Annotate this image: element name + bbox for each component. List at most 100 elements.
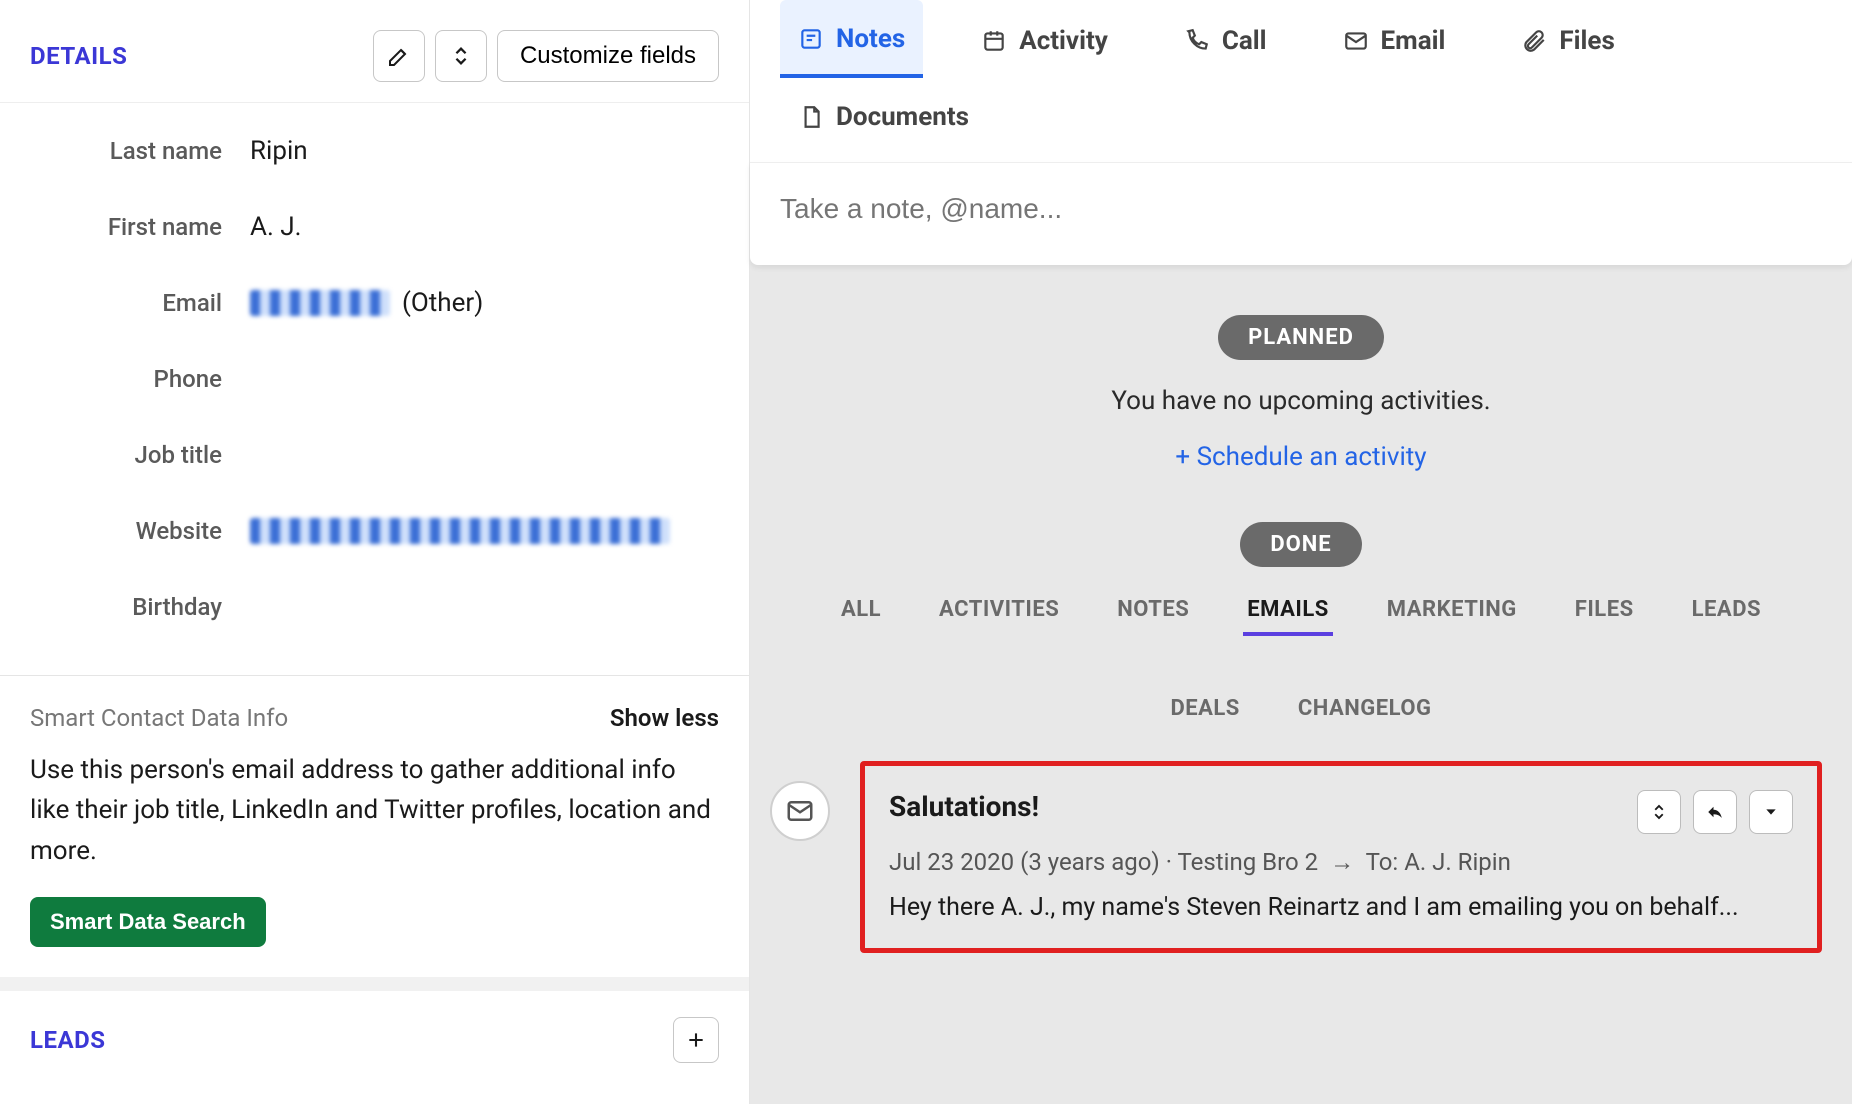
left-panel: DETAILS Customize fields Last name Ripin… xyxy=(0,0,750,1104)
done-section: DONE xyxy=(750,502,1852,577)
details-header: DETAILS Customize fields xyxy=(0,0,749,102)
field-phone: Phone xyxy=(30,341,719,417)
redacted-email-icon xyxy=(250,290,390,316)
field-value[interactable]: Ripin xyxy=(250,136,308,166)
field-label: Email xyxy=(30,289,250,317)
phone-icon xyxy=(1184,28,1210,54)
tab-label: Files xyxy=(1559,26,1614,56)
tab-label: Documents xyxy=(836,102,969,132)
mail-icon xyxy=(785,796,815,826)
planned-section: PLANNED You have no upcoming activities.… xyxy=(750,265,1852,502)
email-recipient: A. J. Ripin xyxy=(1404,848,1511,876)
show-less-toggle[interactable]: Show less xyxy=(610,704,719,732)
field-value[interactable]: A. J. xyxy=(250,212,301,242)
tab-label: Activity xyxy=(1019,26,1108,56)
filter-emails[interactable]: EMAILS xyxy=(1243,587,1333,636)
note-icon xyxy=(798,26,824,52)
field-label: First name xyxy=(30,213,250,241)
email-to-prefix: To: xyxy=(1366,848,1399,876)
customize-fields-button[interactable]: Customize fields xyxy=(497,30,719,82)
leads-block: LEADS xyxy=(0,977,749,1093)
calendar-icon xyxy=(981,28,1007,54)
leads-title: LEADS xyxy=(30,1026,105,1054)
field-label: Phone xyxy=(30,365,250,393)
document-icon xyxy=(798,104,824,130)
tab-activity[interactable]: Activity xyxy=(963,0,1126,78)
expand-button[interactable] xyxy=(1637,790,1681,834)
smart-contact-title: Smart Contact Data Info xyxy=(30,704,288,732)
field-website: Website xyxy=(30,493,719,569)
field-email: Email (Other) xyxy=(30,265,719,341)
tab-label: Notes xyxy=(836,24,905,54)
planned-pill: PLANNED xyxy=(1218,315,1384,360)
tab-documents[interactable]: Documents xyxy=(780,78,987,152)
tabs-row-2: Documents xyxy=(780,78,1822,162)
planned-empty-text: You have no upcoming activities. xyxy=(1111,386,1490,416)
mail-icon xyxy=(1343,28,1369,54)
email-type-badge xyxy=(770,781,830,841)
note-input-container xyxy=(750,162,1852,265)
tab-call[interactable]: Call xyxy=(1166,0,1285,78)
email-meta: Jul 23 2020 (3 years ago) · Testing Bro … xyxy=(889,848,1793,877)
filter-deals[interactable]: DEALS xyxy=(1166,686,1243,731)
schedule-activity-link[interactable]: + Schedule an activity xyxy=(1175,442,1426,472)
plus-icon xyxy=(686,1030,706,1050)
email-sender: Testing Bro 2 xyxy=(1178,848,1319,876)
redacted-website-icon xyxy=(250,518,670,544)
filter-files[interactable]: FILES xyxy=(1571,587,1638,636)
chevron-down-icon xyxy=(1763,804,1779,820)
email-date: Jul 23 2020 (3 years ago) xyxy=(889,848,1160,876)
filter-leads[interactable]: LEADS xyxy=(1688,587,1765,636)
filter-activities[interactable]: ACTIVITIES xyxy=(935,587,1063,636)
smart-contact-block: Smart Contact Data Info Show less Use th… xyxy=(0,675,749,977)
details-title: DETAILS xyxy=(30,42,127,70)
filter-changelog[interactable]: CHANGELOG xyxy=(1294,686,1436,731)
smart-data-search-button[interactable]: Smart Data Search xyxy=(30,897,266,947)
activity-tabs: Notes Activity Call Email Files Doc xyxy=(750,0,1852,162)
email-card-header: Salutations! xyxy=(889,790,1793,834)
filter-marketing[interactable]: MARKETING xyxy=(1383,587,1521,636)
email-card[interactable]: Salutations! Jul 23 2020 (3 years ago) · xyxy=(860,761,1822,953)
field-value[interactable] xyxy=(250,518,670,544)
email-type: (Other) xyxy=(402,288,483,318)
smart-contact-description: Use this person's email address to gathe… xyxy=(30,750,719,871)
field-job-title: Job title xyxy=(30,417,719,493)
edit-button[interactable] xyxy=(373,30,425,82)
pencil-icon xyxy=(387,44,411,68)
field-first-name: First name A. J. xyxy=(30,189,719,265)
field-value[interactable]: (Other) xyxy=(250,288,483,318)
email-card-actions xyxy=(1637,790,1793,834)
details-fields: Last name Ripin First name A. J. Email (… xyxy=(0,102,749,675)
right-panel: Notes Activity Call Email Files Doc xyxy=(750,0,1852,1104)
chevrons-vertical-icon xyxy=(1650,803,1668,821)
history-filter-tabs: ALL ACTIVITIES NOTES EMAILS MARKETING FI… xyxy=(750,577,1852,761)
email-subject: Salutations! xyxy=(889,790,1039,823)
chevrons-vertical-icon xyxy=(450,45,472,67)
reply-button[interactable] xyxy=(1693,790,1737,834)
tab-notes[interactable]: Notes xyxy=(780,0,923,78)
email-preview: Hey there A. J., my name's Steven Reinar… xyxy=(889,893,1793,922)
reorder-button[interactable] xyxy=(435,30,487,82)
smart-contact-header: Smart Contact Data Info Show less xyxy=(30,704,719,732)
arrow-right-icon: → xyxy=(1324,848,1360,876)
tab-email[interactable]: Email xyxy=(1325,0,1464,78)
tab-label: Email xyxy=(1381,26,1446,56)
paperclip-icon xyxy=(1521,28,1547,54)
field-label: Last name xyxy=(30,137,250,165)
email-history-row: Salutations! Jul 23 2020 (3 years ago) · xyxy=(750,761,1852,983)
add-lead-button[interactable] xyxy=(673,1017,719,1063)
tab-files[interactable]: Files xyxy=(1503,0,1632,78)
done-pill: DONE xyxy=(1240,522,1361,567)
note-input[interactable] xyxy=(780,193,1822,225)
field-label: Website xyxy=(30,517,250,545)
filter-notes[interactable]: NOTES xyxy=(1113,587,1193,636)
field-birthday: Birthday xyxy=(30,569,719,645)
field-label: Job title xyxy=(30,441,250,469)
field-label: Birthday xyxy=(30,593,250,621)
more-actions-button[interactable] xyxy=(1749,790,1793,834)
tab-label: Call xyxy=(1222,26,1267,56)
field-last-name: Last name Ripin xyxy=(30,113,719,189)
filter-all[interactable]: ALL xyxy=(837,587,885,636)
reply-icon xyxy=(1704,803,1726,821)
details-header-actions: Customize fields xyxy=(373,30,719,82)
